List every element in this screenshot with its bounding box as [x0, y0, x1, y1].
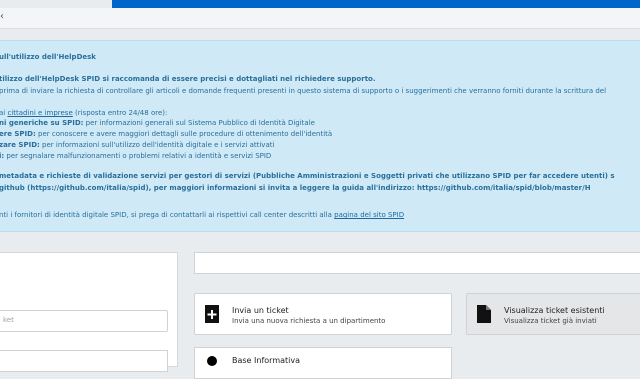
ticket-input-placeholder: ket	[3, 316, 14, 324]
ticket-lookup-input[interactable]: ket	[0, 310, 168, 332]
citizens-link[interactable]: cittadini e imprese	[7, 109, 72, 117]
view-tickets-card[interactable]: Visualizza ticket esistenti Visualizza t…	[466, 293, 640, 335]
knowledgebase-search-input[interactable]	[194, 252, 640, 274]
item1-text: per informazioni generali sul Sistema Pu…	[83, 119, 315, 127]
item4-text: per segnalare malfunzionamenti o problem…	[4, 152, 272, 160]
top-navbar	[0, 0, 640, 8]
providers-prefix: nti i fornitori di identità digitale SPI…	[0, 211, 335, 219]
breadcrumb-bar: ‹	[0, 8, 640, 29]
navbar-left-segment	[0, 0, 112, 8]
item1-bold: ni generiche su SPID:	[0, 119, 84, 127]
document-icon	[477, 305, 491, 323]
send-ticket-subtitle: Invia una nuova richiesta a un dipartime…	[232, 317, 386, 325]
info-item-general: ni generiche su SPID: per informazioni g…	[0, 119, 315, 127]
knowledgebase-icon	[207, 356, 217, 366]
spid-site-link[interactable]: pagina del sito SPID	[334, 211, 404, 219]
chevron-left-icon[interactable]: ‹	[0, 11, 4, 22]
knowledgebase-title: Base Informativa	[232, 356, 301, 365]
item2-text: per conoscere e avere maggiori dettagli …	[35, 130, 333, 138]
info-citizens: ai cittadini e imprese (risposta entro 2…	[0, 109, 167, 117]
item3-text: per informazioni sull'utilizzo dell'iden…	[39, 141, 275, 149]
info-item-issues: i: per segnalare malfunzionamenti o prob…	[0, 152, 271, 160]
knowledgebase-card[interactable]: Base Informativa	[194, 347, 452, 379]
new-ticket-icon	[205, 305, 219, 323]
view-tickets-subtitle: Visualizza ticket già inviati	[504, 317, 597, 325]
info-advice: prima di inviare la richiesta di control…	[0, 87, 607, 95]
info-item-use: zare SPID: per informazioni sull'utilizz…	[0, 141, 274, 149]
view-tickets-title: Visualizza ticket esistenti	[504, 306, 605, 315]
info-intro: tilizzo dell'HelpDesk SPID si raccomanda…	[0, 75, 376, 83]
info-metadata: metadata e richieste di validazione serv…	[0, 172, 615, 180]
info-title: ull'utilizzo dell'HelpDesk	[0, 53, 96, 61]
item2-bold: ere SPID:	[0, 130, 36, 138]
info-github: github (https://github.com/italia/spid),…	[0, 184, 591, 192]
send-ticket-title: Invia un ticket	[232, 306, 289, 315]
item3-bold: zare SPID:	[0, 141, 40, 149]
secondary-input[interactable]	[0, 350, 168, 372]
info-providers: nti i fornitori di identità digitale SPI…	[0, 211, 404, 219]
citizens-suffix: (risposta entro 24/48 ore):	[72, 109, 168, 117]
send-ticket-card[interactable]: Invia un ticket Invia una nuova richiest…	[194, 293, 452, 335]
info-item-obtain: ere SPID: per conoscere e avere maggiori…	[0, 130, 332, 138]
left-panel-header	[0, 252, 178, 278]
helpdesk-info-alert: ull'utilizzo dell'HelpDesk tilizzo dell'…	[0, 40, 640, 232]
